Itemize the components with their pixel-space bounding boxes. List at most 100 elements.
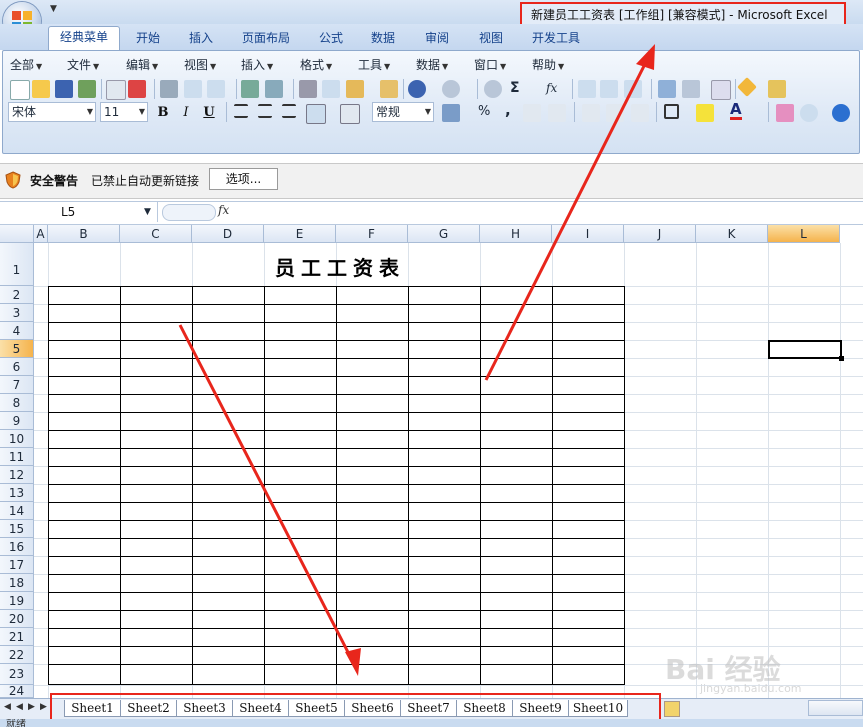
row-header-19[interactable]: 19 bbox=[0, 592, 34, 610]
chart-icon[interactable] bbox=[658, 80, 676, 98]
font-size-select[interactable]: 11 ▼ bbox=[100, 102, 148, 122]
column-header-g[interactable]: G bbox=[408, 225, 480, 243]
bold-button[interactable]: B bbox=[153, 104, 173, 122]
fx-icon[interactable]: fx bbox=[218, 203, 229, 217]
row-header-18[interactable]: 18 bbox=[0, 574, 34, 592]
borders-icon[interactable] bbox=[664, 104, 679, 119]
redo-icon[interactable] bbox=[442, 80, 460, 98]
menu-file[interactable]: 文件 ▼ bbox=[67, 56, 99, 73]
tab-review[interactable]: 审阅 bbox=[414, 28, 460, 50]
menu-edit[interactable]: 编辑 ▼ bbox=[126, 56, 158, 73]
row-header-5[interactable]: 5 bbox=[0, 340, 34, 358]
formula-bar-handle[interactable] bbox=[162, 204, 216, 221]
paste-icon[interactable] bbox=[346, 80, 364, 98]
first-sheet-nav-icon[interactable]: ◀ bbox=[4, 702, 11, 712]
tab-developer[interactable]: 开发工具 bbox=[524, 28, 588, 50]
row-header-8[interactable]: 8 bbox=[0, 394, 34, 412]
tab-page-layout[interactable]: 页面布局 bbox=[234, 28, 298, 50]
permission-icon[interactable] bbox=[78, 80, 96, 98]
percent-button[interactable]: % bbox=[478, 104, 490, 119]
fill-handle[interactable] bbox=[839, 356, 844, 361]
column-header-f[interactable]: F bbox=[336, 225, 408, 243]
folder-icon[interactable] bbox=[768, 80, 786, 98]
row-header-4[interactable]: 4 bbox=[0, 322, 34, 340]
prev-sheet-nav-icon[interactable]: ◀ bbox=[16, 702, 23, 712]
orientation-icon[interactable] bbox=[631, 104, 649, 122]
row-header-21[interactable]: 21 bbox=[0, 628, 34, 646]
menu-window[interactable]: 窗口 ▼ bbox=[474, 56, 506, 73]
column-header-b[interactable]: B bbox=[48, 225, 120, 243]
column-header-i[interactable]: I bbox=[552, 225, 624, 243]
row-header-9[interactable]: 9 bbox=[0, 412, 34, 430]
zoom-grid-icon[interactable] bbox=[711, 80, 731, 100]
merge-center-icon[interactable] bbox=[306, 104, 326, 124]
row-header-3[interactable]: 3 bbox=[0, 304, 34, 322]
row-header-15[interactable]: 15 bbox=[0, 520, 34, 538]
row-header-14[interactable]: 14 bbox=[0, 502, 34, 520]
row-header-13[interactable]: 13 bbox=[0, 484, 34, 502]
table-title[interactable]: 员工工资表 bbox=[240, 252, 440, 281]
decrease-decimal-icon[interactable] bbox=[548, 104, 566, 122]
column-header-h[interactable]: H bbox=[480, 225, 552, 243]
sort-descending-icon[interactable] bbox=[600, 80, 618, 98]
align-center-icon[interactable] bbox=[258, 104, 272, 118]
font-name-select[interactable]: 宋体 ▼ bbox=[8, 102, 96, 122]
filter-icon[interactable] bbox=[624, 80, 642, 98]
row-header-10[interactable]: 10 bbox=[0, 430, 34, 448]
open-folder-icon[interactable] bbox=[32, 80, 50, 98]
row-header-11[interactable]: 11 bbox=[0, 448, 34, 466]
align-left-icon[interactable] bbox=[234, 104, 248, 118]
spelling-icon[interactable] bbox=[241, 80, 259, 98]
insert-function-icon[interactable]: fx bbox=[546, 81, 557, 95]
select-all-corner[interactable] bbox=[0, 225, 34, 243]
insert-sheet-icon[interactable] bbox=[664, 701, 680, 717]
underline-button[interactable]: U bbox=[199, 104, 219, 122]
autosum-icon[interactable]: Σ bbox=[510, 80, 520, 96]
row-header-24[interactable]: 24 bbox=[0, 685, 34, 698]
column-header-j[interactable]: J bbox=[624, 225, 696, 243]
comma-button[interactable]: , bbox=[505, 101, 511, 119]
research-book-icon[interactable] bbox=[265, 80, 283, 98]
menu-insert[interactable]: 插入 ▼ bbox=[241, 56, 273, 73]
column-header-k[interactable]: K bbox=[696, 225, 768, 243]
new-document-icon[interactable] bbox=[10, 80, 30, 100]
row-header-6[interactable]: 6 bbox=[0, 358, 34, 376]
menu-help[interactable]: 帮助 ▼ bbox=[532, 56, 564, 73]
sort-ascending-icon[interactable] bbox=[578, 80, 596, 98]
menu-view[interactable]: 视图 ▼ bbox=[184, 56, 216, 73]
row-header-23[interactable]: 23 bbox=[0, 664, 34, 685]
tab-formulas[interactable]: 公式 bbox=[308, 28, 354, 50]
menu-format[interactable]: 格式 ▼ bbox=[300, 56, 332, 73]
format-painter-icon[interactable] bbox=[380, 80, 398, 98]
wrap-text-icon[interactable] bbox=[340, 104, 360, 124]
hyperlink-icon[interactable] bbox=[484, 80, 502, 98]
copy-icon[interactable] bbox=[322, 80, 340, 98]
menu-all[interactable]: 全部 ▼ bbox=[10, 56, 42, 73]
tab-insert[interactable]: 插入 bbox=[178, 28, 224, 50]
next-sheet-nav-icon[interactable]: ▶ bbox=[28, 702, 35, 712]
preview-icon[interactable] bbox=[184, 80, 202, 98]
increase-indent-icon[interactable] bbox=[606, 104, 624, 122]
decrease-indent-icon[interactable] bbox=[582, 104, 600, 122]
horizontal-scrollbar[interactable] bbox=[808, 700, 863, 716]
increase-decimal-icon[interactable] bbox=[523, 104, 541, 122]
column-header-e[interactable]: E bbox=[264, 225, 336, 243]
name-box-dropdown-icon[interactable]: ▼ bbox=[144, 202, 151, 222]
font-color-icon[interactable]: A bbox=[730, 101, 742, 120]
menu-tools[interactable]: 工具 ▼ bbox=[358, 56, 390, 73]
last-sheet-nav-icon[interactable]: ▶ bbox=[40, 702, 47, 712]
print-icon[interactable] bbox=[160, 80, 178, 98]
tab-data[interactable]: 数据 bbox=[360, 28, 406, 50]
number-format-select[interactable]: 常规 ▼ bbox=[372, 102, 434, 122]
italic-button[interactable]: I bbox=[176, 104, 196, 122]
row-header-1[interactable]: 1 bbox=[0, 243, 34, 286]
tab-classic-menu[interactable]: 经典菜单 bbox=[48, 26, 120, 51]
column-header-a[interactable]: A bbox=[34, 225, 48, 243]
worksheet-grid[interactable] bbox=[0, 224, 863, 698]
active-cell[interactable] bbox=[768, 340, 842, 359]
security-options-button[interactable]: 选项... bbox=[209, 168, 278, 190]
styles-icon[interactable] bbox=[776, 104, 794, 122]
row-header-7[interactable]: 7 bbox=[0, 376, 34, 394]
help-icon[interactable] bbox=[832, 104, 850, 122]
row-header-12[interactable]: 12 bbox=[0, 466, 34, 484]
